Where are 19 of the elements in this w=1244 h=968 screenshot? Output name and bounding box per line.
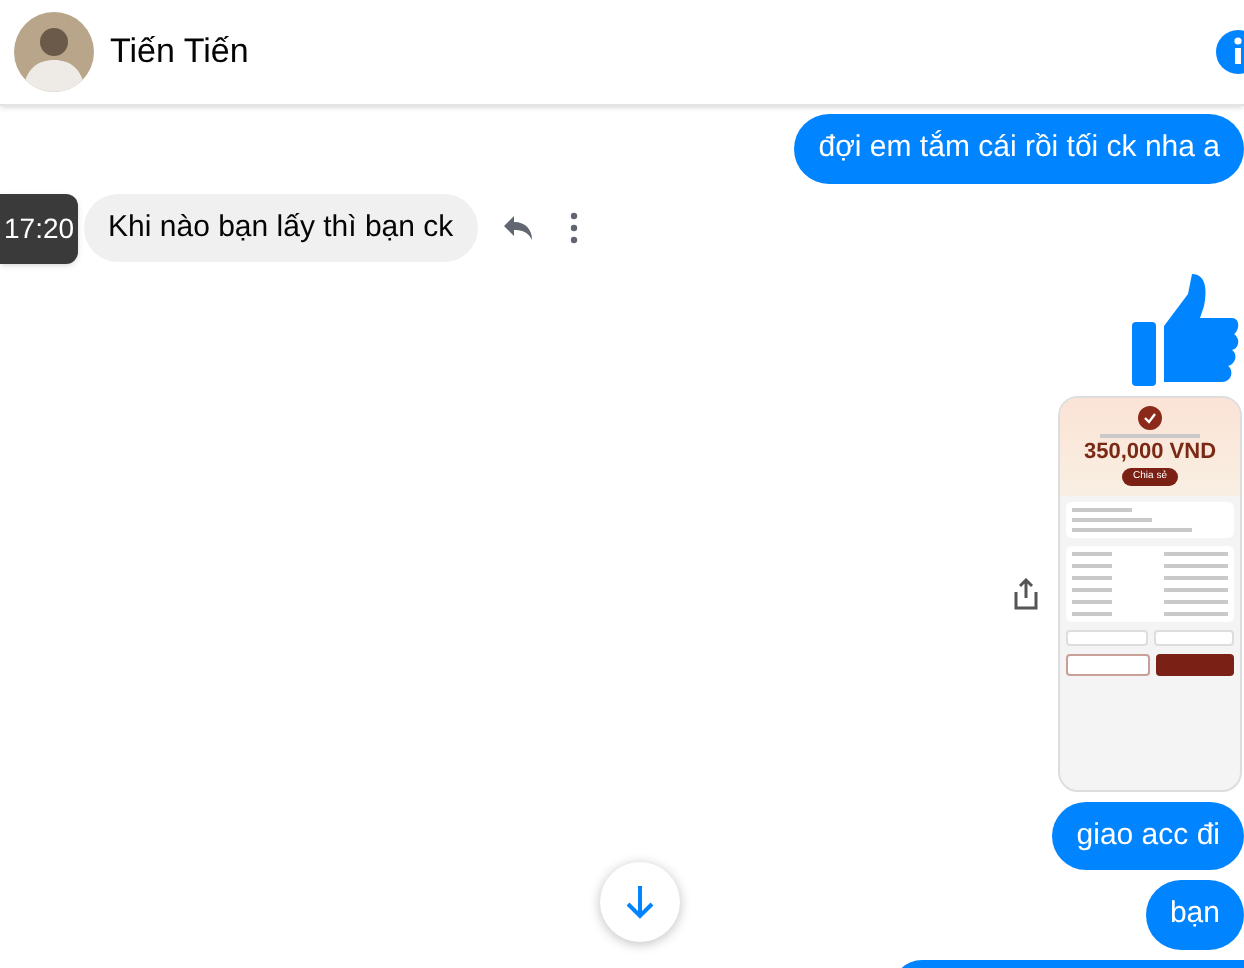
share-icon[interactable] bbox=[1012, 577, 1040, 609]
amount-text: 350,000 VND bbox=[1083, 441, 1217, 463]
contact-name: Tiến Tiến bbox=[110, 30, 249, 75]
save-receipt-button bbox=[1066, 629, 1147, 645]
message-bubble: Khi nào bạn lấy thì bạn ck bbox=[84, 193, 478, 263]
download-receipt-button bbox=[1153, 629, 1234, 645]
message-bubble: bạn bbox=[1145, 880, 1244, 949]
message-bubble: đợi em tắm cái rồi tối ck nha a bbox=[794, 114, 1244, 183]
check-icon bbox=[1138, 405, 1162, 429]
info-icon[interactable] bbox=[1216, 30, 1244, 74]
time-tooltip: 17:20 bbox=[0, 193, 79, 263]
more-icon[interactable] bbox=[569, 212, 578, 244]
reply-icon[interactable] bbox=[501, 214, 534, 242]
scroll-down-button[interactable] bbox=[600, 862, 680, 942]
avatar[interactable] bbox=[14, 12, 94, 92]
message-bubble: giao acc đi bbox=[1052, 801, 1244, 870]
arrow-down-icon bbox=[624, 884, 656, 920]
new-transfer-button bbox=[1155, 653, 1234, 675]
home-button bbox=[1066, 653, 1149, 675]
